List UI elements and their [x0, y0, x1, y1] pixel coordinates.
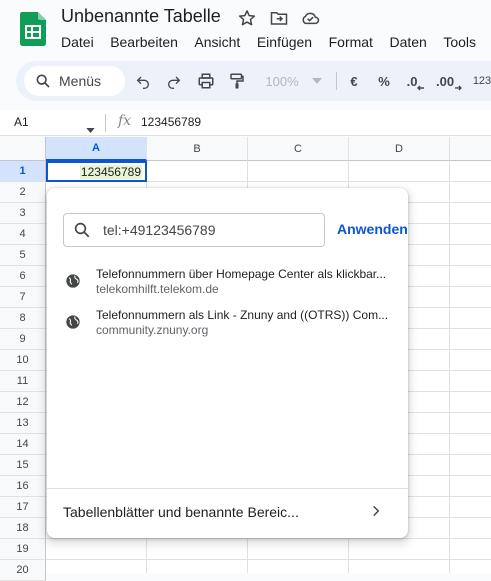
menu-view[interactable]: Ansicht	[194, 34, 240, 50]
menu-edit[interactable]: Bearbeiten	[110, 34, 178, 50]
menu-bar: Datei Bearbeiten Ansicht Einfügen Format…	[61, 34, 491, 50]
grid-line	[46, 559, 491, 560]
row-header-13[interactable]: 13	[0, 413, 46, 434]
link-search-input[interactable]: tel:+49123456789	[63, 213, 325, 247]
column-header-a[interactable]: A	[46, 137, 147, 161]
toolbar-divider	[336, 72, 337, 90]
select-all-corner[interactable]	[0, 137, 46, 161]
insert-link-popup: tel:+49123456789 Anwenden Telefonnummern…	[47, 188, 408, 538]
menu-tools[interactable]: Tools	[443, 34, 476, 50]
link-suggestion[interactable]: Telefonnummern als Link - Znuny and ((OT…	[63, 308, 403, 344]
number-format-button[interactable]: 123	[472, 69, 491, 93]
decrease-decimals-button[interactable]: .0	[405, 69, 427, 93]
row-header-1[interactable]: 1	[0, 161, 46, 182]
row-header-3[interactable]: 3	[0, 203, 46, 224]
column-header-e[interactable]	[450, 137, 491, 161]
search-icon	[36, 74, 50, 88]
column-header-c[interactable]: C	[248, 137, 349, 161]
name-box[interactable]: A1	[14, 115, 29, 129]
row-header-18[interactable]: 18	[0, 518, 46, 539]
cell-a1[interactable]: 123456789	[46, 161, 147, 182]
fx-icon: fx	[118, 113, 132, 129]
row-header-14[interactable]: 14	[0, 434, 46, 455]
globe-icon	[66, 315, 80, 329]
column-header-b[interactable]: B	[147, 137, 248, 161]
undo-icon[interactable]	[132, 69, 154, 93]
row-header-9[interactable]: 9	[0, 329, 46, 350]
menu-file[interactable]: Datei	[61, 34, 94, 50]
menu-insert[interactable]: Einfügen	[257, 34, 312, 50]
row-header-11[interactable]: 11	[0, 371, 46, 392]
increase-decimals-button[interactable]: .00	[436, 69, 462, 93]
grid-line	[46, 538, 491, 539]
formula-input[interactable]: 123456789	[141, 115, 201, 129]
move-to-folder-icon[interactable]	[269, 8, 289, 28]
suggestion-title: Telefonnummern über Homepage Center als …	[96, 267, 387, 281]
zoom-select[interactable]: 100%	[262, 69, 302, 93]
cell-a1-value: 123456789	[79, 165, 142, 179]
app-header: Unbenannte Tabelle Datei Bearbeiten Ansi…	[0, 0, 491, 58]
sheets-and-named-ranges-link[interactable]: Tabellenblätter und benannte Bereic...	[63, 504, 299, 520]
suggestion-domain: telekomhilft.telekom.de	[96, 282, 219, 296]
formula-bar: A1 fx 123456789	[0, 110, 491, 136]
document-title[interactable]: Unbenannte Tabelle	[61, 6, 221, 27]
row-header-16[interactable]: 16	[0, 476, 46, 497]
row-header-15[interactable]: 15	[0, 455, 46, 476]
globe-icon	[66, 274, 80, 288]
cloud-saved-icon[interactable]	[300, 8, 320, 28]
popup-divider	[47, 488, 408, 489]
row-header-17[interactable]: 17	[0, 497, 46, 518]
chevron-right-icon[interactable]	[369, 504, 383, 523]
format-currency-button[interactable]: €	[344, 69, 364, 93]
paint-format-icon[interactable]	[226, 69, 248, 93]
zoom-dropdown-arrow-icon[interactable]	[310, 69, 324, 93]
redo-icon[interactable]	[163, 69, 185, 93]
sheets-logo-icon[interactable]	[20, 12, 46, 46]
format-percent-button[interactable]: %	[374, 69, 394, 93]
decrease-decimals-label: .0	[406, 73, 418, 89]
arrow-right-icon	[455, 85, 462, 91]
toolbar: Menüs 100% € % .0 .00 123	[16, 61, 491, 101]
suggestion-domain: community.znuny.org	[96, 323, 209, 337]
menus-search-label: Menüs	[59, 73, 102, 89]
menu-format[interactable]: Format	[329, 34, 373, 50]
row-header-8[interactable]: 8	[0, 308, 46, 329]
row-header-6[interactable]: 6	[0, 266, 46, 287]
star-icon[interactable]	[237, 8, 257, 28]
row-header-12[interactable]: 12	[0, 392, 46, 413]
increase-decimals-label: .00	[436, 73, 455, 89]
row-header-7[interactable]: 7	[0, 287, 46, 308]
column-header-d[interactable]: D	[349, 137, 450, 161]
menus-search-button[interactable]: Menüs	[24, 66, 125, 96]
row-header-20[interactable]: 20	[0, 560, 46, 581]
link-suggestion[interactable]: Telefonnummern über Homepage Center als …	[63, 267, 403, 303]
menu-data[interactable]: Daten	[389, 34, 426, 50]
link-search-value: tel:+49123456789	[103, 222, 216, 238]
row-header-4[interactable]: 4	[0, 224, 46, 245]
chevron-down-icon[interactable]	[86, 120, 95, 138]
search-icon	[74, 222, 90, 238]
row-header-5[interactable]: 5	[0, 245, 46, 266]
arrow-left-icon	[417, 85, 425, 91]
print-icon[interactable]	[195, 69, 217, 93]
apply-button[interactable]: Anwenden	[337, 221, 408, 237]
row-header-19[interactable]: 19	[0, 539, 46, 560]
formula-bar-divider	[105, 114, 106, 132]
row-header-10[interactable]: 10	[0, 350, 46, 371]
row-header-2[interactable]: 2	[0, 182, 46, 203]
suggestion-title: Telefonnummern als Link - Znuny and ((OT…	[96, 308, 389, 322]
